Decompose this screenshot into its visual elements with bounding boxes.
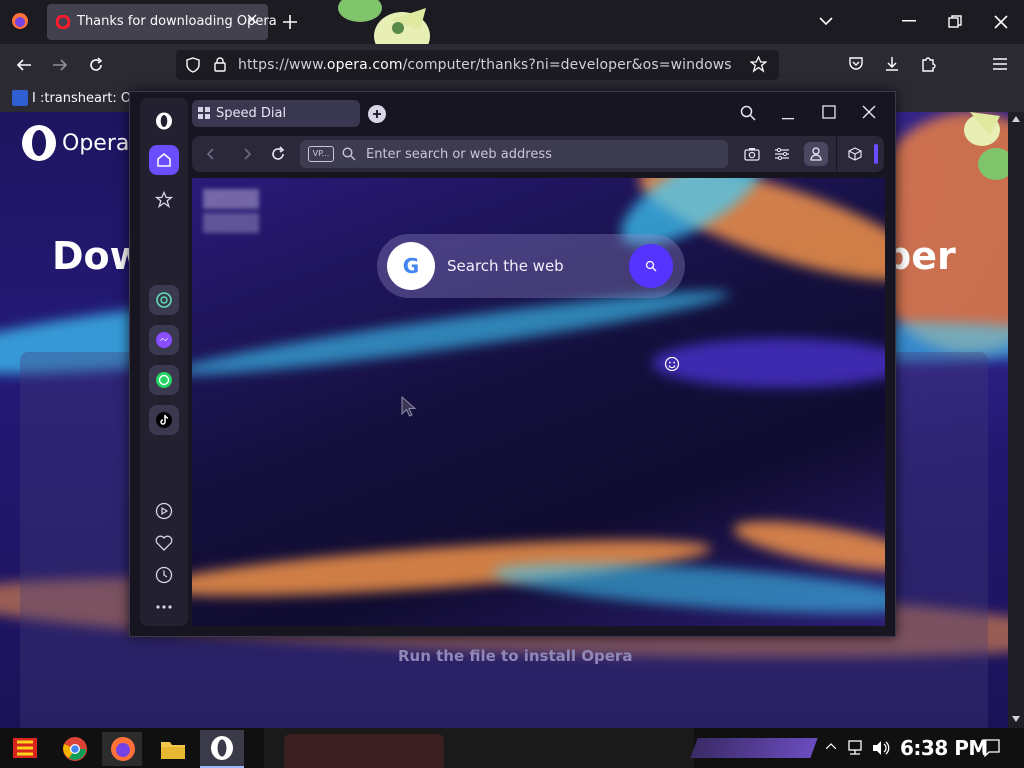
pocket-icon[interactable] [848, 56, 864, 72]
taskbar-file-explorer-icon[interactable] [160, 738, 186, 760]
reload-icon[interactable] [88, 57, 104, 73]
sidebar-chatgpt-icon[interactable] [149, 285, 179, 315]
extensions-cube-icon[interactable] [848, 147, 862, 161]
bookmark-item[interactable]: I :transheart: OL [32, 91, 138, 106]
taskbar-opera-button[interactable] [200, 730, 244, 768]
firefox-url-bar[interactable]: https://www.opera.com/computer/thanks?ni… [176, 50, 779, 80]
opera-close-icon[interactable] [862, 105, 876, 119]
url-text[interactable]: https://www.opera.com/computer/thanks?ni… [238, 57, 732, 73]
sidebar-messenger-icon[interactable] [149, 325, 179, 355]
opera-tab-search-icon[interactable] [740, 105, 756, 121]
list-tabs-chevron-icon[interactable] [818, 15, 834, 27]
firefox-menu-icon[interactable] [11, 12, 29, 30]
address-search-icon [342, 147, 356, 161]
address-row-divider [836, 136, 837, 172]
windows-taskbar: 6:38 PM [0, 728, 1024, 768]
shield-icon[interactable] [186, 57, 200, 73]
opera-back-icon[interactable] [204, 147, 218, 161]
opera-favicon-icon [56, 15, 70, 29]
opera-new-tab-icon[interactable] [368, 105, 386, 123]
sidebar-history-clock-icon[interactable] [149, 560, 179, 590]
sidebar-player-icon[interactable] [149, 496, 179, 526]
opera-reload-icon[interactable] [270, 146, 286, 162]
new-tab-icon[interactable] [282, 14, 298, 30]
speed-dial-grid-icon [198, 107, 210, 119]
scroll-up-icon[interactable] [1012, 116, 1020, 122]
start-button-icon[interactable] [12, 736, 38, 760]
google-icon: G [387, 242, 435, 290]
downloads-icon[interactable] [884, 56, 900, 72]
opera-menu-icon[interactable] [149, 106, 179, 136]
taskbar-clock[interactable]: 6:38 PM [900, 736, 988, 760]
profile-user-icon[interactable] [804, 142, 828, 166]
speed-dial-search-box[interactable]: G Search the web [377, 234, 685, 298]
run-file-instruction: Run the file to install Opera [398, 647, 633, 665]
taskbar-decoration [690, 738, 818, 758]
restore-window-icon[interactable] [948, 15, 962, 29]
opera-address-input[interactable] [366, 140, 716, 168]
opera-tab-speed-dial[interactable]: Speed Dial [192, 100, 360, 127]
forward-arrow-icon[interactable] [52, 57, 68, 73]
taskbar-firefox-icon [110, 736, 136, 762]
tray-volume-icon[interactable] [872, 740, 890, 756]
accent-indicator [874, 144, 878, 164]
sidebar-bookmarks-star-icon[interactable] [149, 185, 179, 215]
minimize-window-icon[interactable] [902, 20, 916, 22]
bookmark-star-icon[interactable] [750, 56, 767, 73]
sidebar-more-icon[interactable] [149, 592, 179, 622]
speed-dial-tile-blurred[interactable] [203, 189, 259, 233]
bookmark-favicon-icon [12, 90, 28, 106]
url-path: /computer/thanks?ni=developer&os=windows [402, 57, 732, 73]
opera-address-bar[interactable]: VP... [300, 140, 728, 168]
close-tab-icon[interactable] [246, 13, 258, 25]
mouse-cursor-icon [401, 396, 417, 418]
taskbar-opera-icon [210, 735, 234, 761]
search-submit-icon[interactable] [629, 244, 673, 288]
back-arrow-icon[interactable] [16, 57, 32, 73]
snapshot-camera-icon[interactable] [744, 147, 760, 161]
lock-icon[interactable] [214, 57, 226, 72]
google-letter: G [402, 254, 420, 278]
character-sticker-right-icon [960, 112, 1008, 182]
opera-speed-dial-page: G Search the web [192, 178, 885, 626]
sidebar-tiktok-icon[interactable] [149, 405, 179, 435]
tray-chevron-up-icon[interactable] [826, 743, 836, 749]
scroll-down-icon[interactable] [1012, 716, 1020, 722]
opera-sidebar [140, 98, 188, 626]
url-domain: opera.com [326, 57, 403, 73]
close-window-icon[interactable] [994, 15, 1008, 29]
search-the-web-label: Search the web [447, 257, 564, 275]
page-scrollbar[interactable] [1008, 112, 1024, 728]
firefox-tab-bar: Thanks for downloading Opera [0, 0, 1024, 60]
tray-network-icon[interactable] [846, 740, 864, 756]
firefox-nav-bar: https://www.opera.com/computer/thanks?ni… [0, 44, 1024, 86]
opera-logo-text: Opera [62, 131, 130, 156]
opera-maximize-icon[interactable] [822, 105, 836, 119]
sidebar-whatsapp-icon[interactable] [149, 365, 179, 395]
opera-browser-window: Speed Dial VP... Enter search or web add… [129, 91, 896, 637]
sidebar-heart-icon[interactable] [149, 528, 179, 558]
opera-logo-icon [20, 124, 58, 162]
opera-tab-title: Speed Dial [216, 106, 287, 121]
easy-setup-sliders-icon[interactable] [774, 147, 790, 161]
firefox-tab-active[interactable]: Thanks for downloading Opera [47, 4, 277, 40]
extensions-puzzle-icon[interactable] [920, 56, 936, 72]
taskbar-background-art [264, 728, 694, 768]
hamburger-menu-icon[interactable] [992, 57, 1008, 71]
opera-forward-icon[interactable] [240, 147, 254, 161]
taskbar-chrome-icon[interactable] [62, 736, 88, 762]
tray-notifications-icon[interactable] [982, 739, 1000, 757]
url-prefix: https://www. [238, 57, 327, 73]
smiley-face-icon[interactable] [664, 356, 680, 372]
sidebar-home-icon[interactable] [149, 145, 179, 175]
opera-address-row: VP... [192, 136, 884, 172]
vpn-badge[interactable]: VP... [308, 146, 334, 162]
taskbar-firefox-button[interactable] [102, 732, 142, 766]
opera-minimize-icon[interactable] [782, 118, 794, 120]
